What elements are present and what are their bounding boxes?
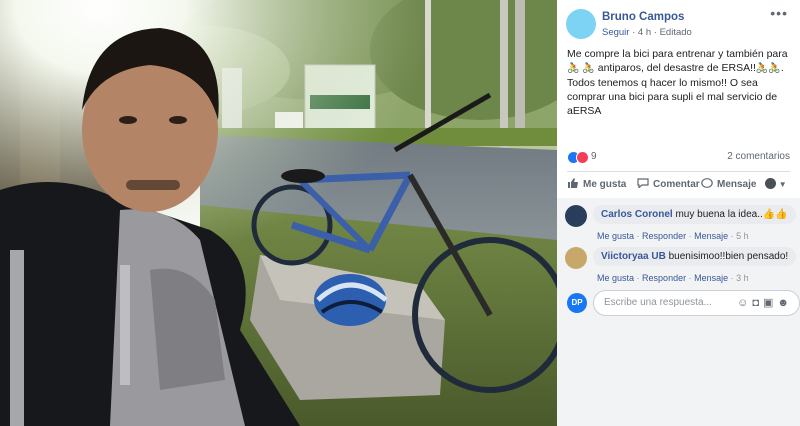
thumbs-up-icon bbox=[568, 178, 578, 188]
audience-avatar-icon bbox=[765, 178, 776, 189]
bike-emoji-icon: 🚴 bbox=[567, 63, 580, 74]
post-text-part-3: Todos tenemos q hacer lo mismo!! O sea c… bbox=[567, 77, 778, 117]
comment-like-link[interactable]: Me gusta bbox=[597, 273, 634, 283]
author-avatar[interactable] bbox=[566, 9, 596, 39]
post-time[interactable]: 4 h bbox=[638, 27, 651, 38]
sticker-icon[interactable]: ☻ bbox=[777, 297, 793, 309]
love-reaction-icon bbox=[576, 151, 589, 164]
comment-like-link[interactable]: Me gusta bbox=[597, 231, 634, 241]
divider bbox=[567, 171, 790, 172]
comment-text: buenisimoo!!bien pensado! bbox=[668, 251, 789, 262]
follow-link[interactable]: Seguir bbox=[602, 27, 629, 38]
post-photo[interactable] bbox=[0, 0, 557, 426]
camera-icon[interactable]: ◘ bbox=[752, 297, 763, 309]
comment-label: Comentar bbox=[653, 179, 700, 190]
post-meta: Seguir · 4 h · Editado bbox=[602, 27, 692, 38]
edited-label[interactable]: Editado bbox=[660, 27, 692, 38]
share-audience-button[interactable]: ▼ bbox=[765, 178, 787, 190]
author-name[interactable]: Bruno Campos bbox=[602, 11, 684, 23]
comment-actions: Me gusta · Responder · Mensaje · 5 h bbox=[597, 231, 749, 241]
reply-tools: ☺◘▣☻ bbox=[737, 296, 793, 309]
bike-emoji-icon: 🚴 bbox=[755, 63, 769, 74]
message-label: Mensaje bbox=[717, 179, 757, 190]
comment-message-link[interactable]: Mensaje bbox=[694, 231, 728, 241]
reaction-count[interactable]: 9 bbox=[591, 151, 597, 162]
post-header: Bruno Campos Seguir · 4 h · Editado ••• bbox=[557, 0, 800, 44]
commenter-avatar[interactable] bbox=[565, 247, 587, 269]
comment-reply-link[interactable]: Responder bbox=[642, 273, 686, 283]
reaction-icons[interactable] bbox=[567, 151, 591, 164]
more-options-icon[interactable]: ••• bbox=[770, 6, 788, 20]
comment-text: muy buena la idea..👍👍 bbox=[675, 209, 788, 220]
bike-emoji-icon: 🚴 bbox=[582, 63, 595, 74]
emoji-icon[interactable]: ☺ bbox=[737, 297, 752, 309]
bike-emoji-icon: 🚴 bbox=[768, 63, 781, 74]
photo-illustration bbox=[0, 0, 557, 426]
comment-actions: Me gusta · Responder · Mensaje · 3 h bbox=[597, 273, 749, 283]
reply-composer: DP Escribe una respuesta... ☺◘▣☻ bbox=[565, 290, 800, 316]
comment-bubble: Carlos Coronel muy buena la idea..👍👍 bbox=[593, 205, 796, 224]
reactions-bar: 9 2 comentarios bbox=[567, 150, 790, 166]
comments-section: Carlos Coronel muy buena la idea..👍👍 Me … bbox=[557, 198, 800, 426]
post-text-part-2: antiparos, del desastre de ERSA!! bbox=[597, 62, 756, 74]
like-label: Me gusta bbox=[583, 179, 627, 190]
reply-input[interactable]: Escribe una respuesta... ☺◘▣☻ bbox=[593, 290, 800, 316]
comment-time[interactable]: 5 h bbox=[736, 231, 749, 241]
commenter-name[interactable]: Carlos Coronel bbox=[601, 209, 673, 220]
post-panel: Bruno Campos Seguir · 4 h · Editado ••• … bbox=[557, 0, 800, 426]
commenter-name[interactable]: Viictoryaa UB bbox=[601, 251, 666, 262]
action-bar: Me gusta Comentar Mensaje ▼ bbox=[567, 174, 790, 196]
user-avatar[interactable]: DP bbox=[567, 293, 587, 313]
post-text-part-1: Me compre la bici para entrenar y tambié… bbox=[567, 48, 788, 60]
reply-placeholder: Escribe una respuesta... bbox=[604, 297, 712, 308]
post-text: Me compre la bici para entrenar y tambié… bbox=[567, 48, 788, 117]
comment-reply-link[interactable]: Responder bbox=[642, 231, 686, 241]
comments-count-link[interactable]: 2 comentarios bbox=[727, 151, 790, 162]
comment-icon bbox=[637, 178, 649, 188]
comment-message-link[interactable]: Mensaje bbox=[694, 273, 728, 283]
comment-time[interactable]: 3 h bbox=[736, 273, 749, 283]
comment-button[interactable]: Comentar bbox=[637, 178, 700, 190]
like-button[interactable]: Me gusta bbox=[567, 178, 626, 190]
gif-icon[interactable]: ▣ bbox=[763, 297, 777, 309]
commenter-avatar[interactable] bbox=[565, 205, 587, 227]
messenger-icon bbox=[701, 178, 713, 188]
chevron-down-icon: ▼ bbox=[778, 180, 787, 189]
message-button[interactable]: Mensaje bbox=[701, 178, 756, 190]
comment-bubble: Viictoryaa UB buenisimoo!!bien pensado! bbox=[593, 247, 797, 266]
